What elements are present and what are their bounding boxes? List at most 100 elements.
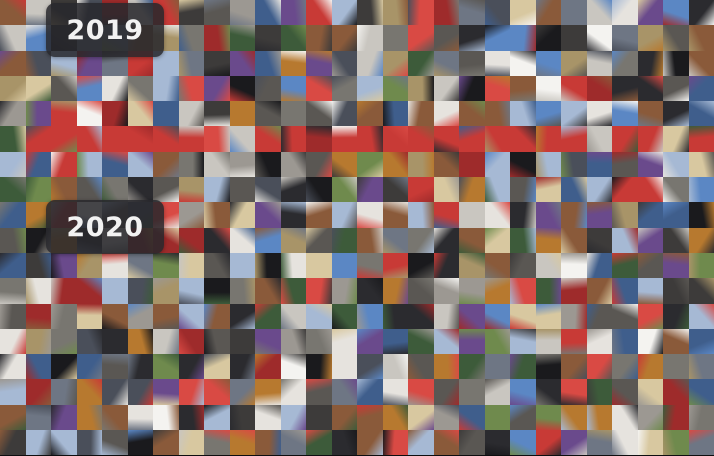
photo-thumbnail[interactable] — [178, 126, 204, 152]
photo-thumbnail[interactable] — [306, 404, 332, 431]
photo-thumbnail[interactable] — [102, 177, 128, 203]
photo-thumbnail[interactable] — [178, 151, 204, 178]
photo-thumbnail[interactable] — [0, 303, 26, 329]
photo-thumbnail[interactable] — [357, 75, 383, 102]
photo-thumbnail[interactable] — [255, 75, 281, 102]
photo-thumbnail[interactable] — [688, 227, 714, 253]
photo-thumbnail[interactable] — [408, 151, 434, 178]
photo-thumbnail[interactable] — [331, 25, 357, 51]
photo-thumbnail[interactable] — [688, 177, 714, 203]
photo-thumbnail[interactable] — [535, 430, 561, 456]
photo-thumbnail[interactable] — [561, 404, 587, 431]
photo-thumbnail[interactable] — [102, 379, 128, 405]
photo-thumbnail[interactable] — [612, 430, 638, 456]
photo-thumbnail[interactable] — [153, 303, 179, 329]
photo-thumbnail[interactable] — [229, 50, 255, 76]
photo-thumbnail[interactable] — [0, 50, 26, 76]
photo-thumbnail[interactable] — [357, 252, 383, 279]
photo-thumbnail[interactable] — [433, 0, 459, 26]
photo-thumbnail[interactable] — [612, 303, 638, 329]
photo-thumbnail[interactable] — [612, 379, 638, 405]
photo-thumbnail[interactable] — [688, 354, 714, 380]
photo-thumbnail[interactable] — [153, 278, 179, 304]
photo-thumbnail[interactable] — [306, 126, 332, 152]
photo-thumbnail[interactable] — [433, 126, 459, 152]
photo-thumbnail[interactable] — [178, 25, 204, 51]
photo-thumbnail[interactable] — [663, 202, 689, 228]
photo-thumbnail[interactable] — [0, 379, 26, 405]
photo-thumbnail[interactable] — [51, 101, 77, 127]
photo-thumbnail[interactable] — [102, 404, 128, 431]
photo-thumbnail[interactable] — [408, 303, 434, 329]
photo-thumbnail[interactable] — [76, 126, 102, 152]
photo-thumbnail[interactable] — [663, 328, 689, 355]
photo-thumbnail[interactable] — [306, 151, 332, 178]
photo-thumbnail[interactable] — [510, 126, 536, 152]
photo-thumbnail[interactable] — [153, 126, 179, 152]
photo-thumbnail[interactable] — [127, 379, 153, 405]
photo-thumbnail[interactable] — [459, 227, 485, 253]
photo-thumbnail[interactable] — [484, 177, 510, 203]
photo-thumbnail[interactable] — [433, 278, 459, 304]
photo-thumbnail[interactable] — [408, 25, 434, 51]
photo-thumbnail[interactable] — [510, 101, 536, 127]
photo-thumbnail[interactable] — [688, 101, 714, 127]
photo-thumbnail[interactable] — [178, 278, 204, 304]
photo-thumbnail[interactable] — [459, 379, 485, 405]
photo-thumbnail[interactable] — [204, 0, 230, 26]
photo-thumbnail[interactable] — [688, 252, 714, 279]
photo-thumbnail[interactable] — [25, 177, 51, 203]
photo-thumbnail[interactable] — [459, 0, 485, 26]
photo-thumbnail[interactable] — [229, 354, 255, 380]
photo-thumbnail[interactable] — [561, 75, 587, 102]
photo-thumbnail[interactable] — [484, 278, 510, 304]
photo-thumbnail[interactable] — [178, 50, 204, 76]
photo-thumbnail[interactable] — [433, 404, 459, 431]
photo-thumbnail[interactable] — [127, 101, 153, 127]
photo-thumbnail[interactable] — [459, 202, 485, 228]
photo-thumbnail[interactable] — [280, 328, 306, 355]
photo-thumbnail[interactable] — [535, 252, 561, 279]
photo-thumbnail[interactable] — [204, 404, 230, 431]
photo-thumbnail[interactable] — [306, 25, 332, 51]
photo-thumbnail[interactable] — [612, 126, 638, 152]
photo-thumbnail[interactable] — [586, 430, 612, 456]
photo-thumbnail[interactable] — [25, 354, 51, 380]
photo-thumbnail[interactable] — [280, 404, 306, 431]
photo-thumbnail[interactable] — [76, 75, 102, 102]
photo-thumbnail[interactable] — [382, 252, 408, 279]
photo-thumbnail[interactable] — [382, 50, 408, 76]
photo-thumbnail[interactable] — [127, 404, 153, 431]
photo-thumbnail[interactable] — [229, 202, 255, 228]
photo-thumbnail[interactable] — [127, 126, 153, 152]
photo-thumbnail[interactable] — [0, 252, 26, 279]
photo-thumbnail[interactable] — [102, 252, 128, 279]
photo-thumbnail[interactable] — [382, 303, 408, 329]
photo-thumbnail[interactable] — [280, 25, 306, 51]
photo-thumbnail[interactable] — [382, 202, 408, 228]
photo-thumbnail[interactable] — [459, 404, 485, 431]
photo-thumbnail[interactable] — [688, 0, 714, 26]
photo-thumbnail[interactable] — [357, 278, 383, 304]
photo-thumbnail[interactable] — [280, 202, 306, 228]
photo-thumbnail[interactable] — [408, 50, 434, 76]
photo-thumbnail[interactable] — [688, 25, 714, 51]
photo-thumbnail[interactable] — [612, 101, 638, 127]
photo-thumbnail[interactable] — [510, 0, 536, 26]
photo-thumbnail[interactable] — [586, 303, 612, 329]
photo-thumbnail[interactable] — [561, 50, 587, 76]
photo-thumbnail[interactable] — [561, 177, 587, 203]
photo-thumbnail[interactable] — [459, 126, 485, 152]
photo-thumbnail[interactable] — [586, 25, 612, 51]
photo-thumbnail[interactable] — [153, 252, 179, 279]
photo-thumbnail[interactable] — [229, 126, 255, 152]
photo-thumbnail[interactable] — [229, 25, 255, 51]
photo-thumbnail[interactable] — [663, 177, 689, 203]
photo-thumbnail[interactable] — [280, 75, 306, 102]
photo-thumbnail[interactable] — [255, 50, 281, 76]
photo-thumbnail[interactable] — [663, 25, 689, 51]
photo-thumbnail[interactable] — [229, 177, 255, 203]
photo-thumbnail[interactable] — [178, 177, 204, 203]
photo-thumbnail[interactable] — [688, 75, 714, 102]
photo-thumbnail[interactable] — [51, 303, 77, 329]
